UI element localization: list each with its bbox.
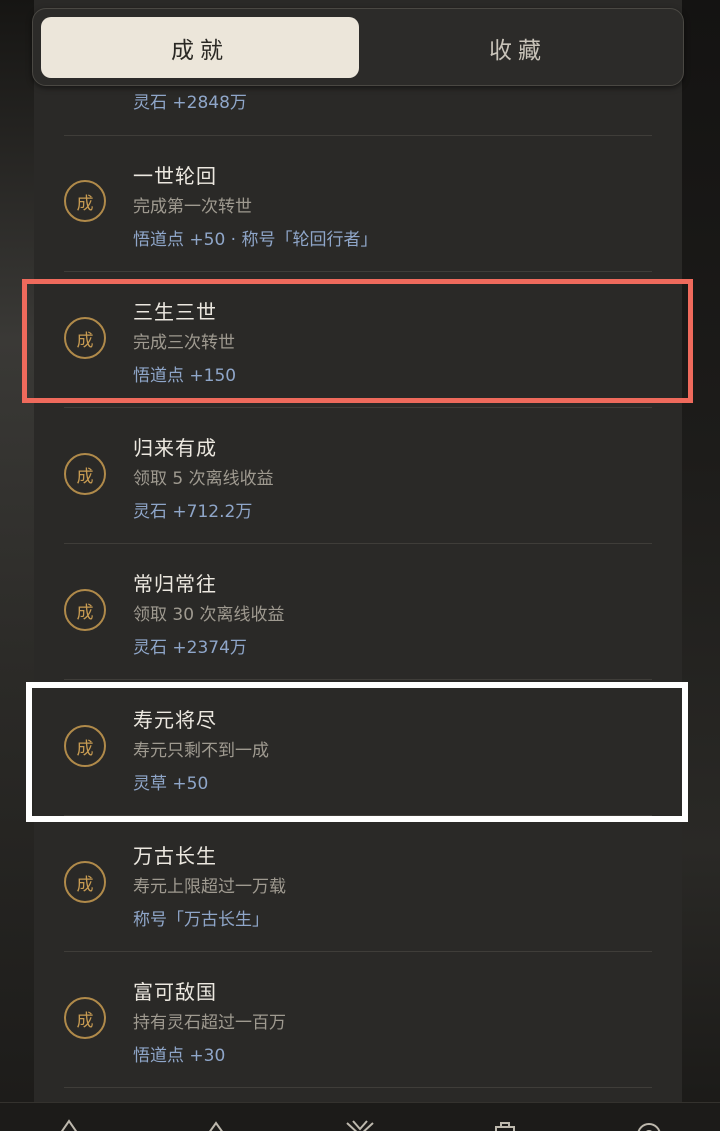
settings-icon[interactable] — [636, 1117, 662, 1131]
achievement-badge-icon: 成 — [64, 997, 106, 1039]
tab-bar: 成就 收藏 — [32, 8, 684, 86]
list-item[interactable]: 成 富可敌国 持有灵石超过一百万 悟道点 +30 — [34, 952, 682, 1088]
butterfly-icon[interactable] — [345, 1117, 374, 1131]
peak-icon[interactable] — [203, 1117, 229, 1131]
left-backdrop — [0, 0, 34, 1131]
achievement-reward: 灵石 +2374万 — [133, 638, 247, 658]
achievement-desc: 寿元上限超过一万载 — [133, 877, 286, 897]
bag-icon[interactable] — [492, 1117, 518, 1131]
achievement-desc: 领取 30 次离线收益 — [133, 605, 285, 625]
tab-achievements[interactable]: 成就 — [41, 17, 359, 78]
achievement-badge-icon: 成 — [64, 453, 106, 495]
achievement-badge-icon: 成 — [64, 861, 106, 903]
divider — [64, 1087, 652, 1088]
right-backdrop — [682, 0, 720, 1131]
achievement-reward: 称号「万古长生」 — [133, 910, 269, 930]
achievement-title: 富可敌国 — [133, 980, 217, 1004]
highlight-box-white — [26, 682, 688, 822]
achievement-reward: 悟道点 +30 — [133, 1046, 226, 1066]
list-item[interactable]: 成 归来有成 领取 5 次离线收益 灵石 +712.2万 — [34, 408, 682, 544]
achievement-desc: 领取 5 次离线收益 — [133, 469, 274, 489]
list-item[interactable]: 成 万古长生 寿元上限超过一万载 称号「万古长生」 — [34, 816, 682, 952]
achievements-screen: 灵石 +2848万 成 一世轮回 完成第一次转世 悟道点 +50 · 称号「轮回… — [0, 0, 720, 1131]
highlight-box-red — [22, 279, 693, 403]
achievement-badge-icon: 成 — [64, 589, 106, 631]
list-item[interactable]: 成 常归常往 领取 30 次离线收益 灵石 +2374万 — [34, 544, 682, 680]
bottom-nav — [0, 1102, 720, 1131]
achievement-title: 常归常往 — [133, 572, 217, 596]
list-item[interactable]: 成 一世轮回 完成第一次转世 悟道点 +50 · 称号「轮回行者」 — [34, 136, 682, 272]
achievement-reward: 灵石 +2848万 — [133, 93, 247, 113]
tab-collection[interactable]: 收藏 — [359, 17, 677, 78]
mountain-icon[interactable] — [56, 1117, 82, 1131]
achievement-reward: 悟道点 +50 · 称号「轮回行者」 — [133, 230, 378, 250]
achievement-desc: 持有灵石超过一百万 — [133, 1013, 286, 1033]
achievement-badge-icon: 成 — [64, 180, 106, 222]
achievement-title: 一世轮回 — [133, 164, 217, 188]
achievement-reward: 灵石 +712.2万 — [133, 502, 253, 522]
achievement-title: 万古长生 — [133, 844, 217, 868]
achievement-desc: 完成第一次转世 — [133, 197, 252, 217]
achievement-title: 归来有成 — [133, 436, 217, 460]
